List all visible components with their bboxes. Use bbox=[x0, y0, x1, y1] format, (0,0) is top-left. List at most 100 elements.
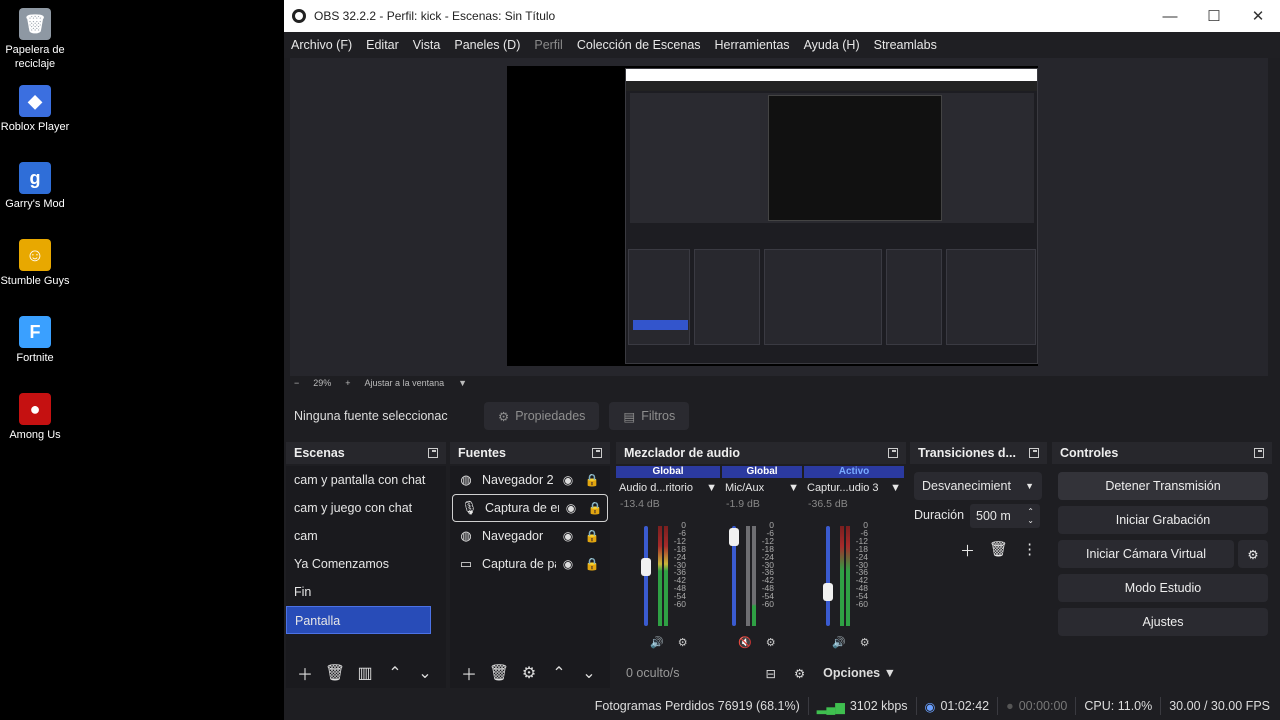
options-dropdown[interactable]: Opciones ▼ bbox=[823, 666, 896, 680]
scene-item[interactable]: Ya Comenzamos bbox=[286, 550, 446, 578]
scene-item[interactable]: cam y pantalla con chat bbox=[286, 466, 446, 494]
undock-icon[interactable] bbox=[1254, 448, 1264, 458]
volume-slider-handle[interactable] bbox=[641, 558, 651, 576]
channel-volume: -13.4 dB bbox=[620, 498, 660, 510]
move-down-icon[interactable]: ⌄ bbox=[576, 663, 602, 683]
menu-file[interactable]: Archivo (F) bbox=[284, 38, 359, 52]
start-virtual-camera-button[interactable]: Iniciar Cámara Virtual bbox=[1058, 540, 1234, 568]
studio-mode-button[interactable]: Modo Estudio bbox=[1058, 574, 1268, 602]
title-bar[interactable]: OBS 32.2.2 - Perfil: kick - Escenas: Sin… bbox=[284, 0, 1280, 32]
source-settings-icon[interactable]: ⚙ bbox=[516, 663, 542, 683]
close-button[interactable]: ✕ bbox=[1236, 0, 1280, 32]
stop-streaming-button[interactable]: Detener Transmisión bbox=[1058, 472, 1268, 500]
link-icon[interactable]: ⚙ bbox=[794, 666, 805, 681]
volume-slider-handle[interactable] bbox=[823, 583, 833, 601]
menu-view[interactable]: Vista bbox=[406, 38, 448, 52]
spin-arrows-icon[interactable]: ⌃ ⌄ bbox=[1027, 507, 1034, 525]
desktop-icon-among-us[interactable]: ● Among Us bbox=[0, 393, 70, 442]
lock-icon[interactable]: 🔒 bbox=[580, 529, 604, 543]
undock-icon[interactable] bbox=[592, 448, 602, 458]
channel-settings-icon[interactable]: ⚙ bbox=[860, 636, 870, 649]
channel-name-dropdown[interactable]: Mic/Aux ▼ bbox=[722, 478, 802, 498]
remove-source-icon[interactable]: 🗑 bbox=[486, 663, 512, 683]
desktop-icon-roblox[interactable]: ◆ Roblox Player bbox=[0, 85, 70, 134]
menu-profile[interactable]: Perfil bbox=[527, 38, 569, 52]
eye-icon[interactable]: ◉ bbox=[556, 529, 580, 543]
lock-icon[interactable]: 🔒 bbox=[580, 557, 604, 571]
source-item[interactable]: ◍ Navegador ◉ 🔒 bbox=[450, 522, 610, 550]
mixer-channel: Activo Captur...udio 3 ▼ -36.5 dB 0 -6 -12-… bbox=[804, 466, 904, 656]
menu-help[interactable]: Ayuda (H) bbox=[797, 38, 867, 52]
source-item-active[interactable]: 🎙 Captura de en ◉ 🔒 bbox=[452, 494, 608, 522]
undock-icon[interactable] bbox=[888, 448, 898, 458]
layout-icon[interactable]: ⊟ bbox=[765, 666, 775, 681]
audio-mixer-dock: Mezclador de audio Global Audio d...rito… bbox=[616, 442, 906, 688]
scene-item[interactable]: Fin bbox=[286, 578, 446, 606]
menu-edit[interactable]: Editar bbox=[359, 38, 406, 52]
channel-settings-icon[interactable]: ⚙ bbox=[766, 636, 776, 649]
db-scale: 0 -6 -12 -18 -24 -30 -36 -42 -48 -54 -60 bbox=[673, 520, 686, 610]
remove-scene-icon[interactable]: 🗑 bbox=[322, 663, 348, 683]
channel-name-dropdown[interactable]: Captur...udio 3 ▼ bbox=[804, 478, 904, 498]
gear-icon: ⚙ bbox=[498, 409, 510, 424]
remove-transition-icon[interactable]: 🗑 bbox=[989, 540, 1008, 561]
preview-canvas[interactable] bbox=[290, 58, 1268, 376]
menu-tools[interactable]: Herramientas bbox=[708, 38, 797, 52]
zoom-in-button[interactable]: + bbox=[345, 378, 350, 388]
eye-icon[interactable]: ◉ bbox=[559, 501, 583, 515]
sources-dock-header: Fuentes bbox=[450, 442, 610, 464]
add-transition-icon[interactable]: ＋ bbox=[960, 540, 975, 561]
desktop-icon-stumble-guys[interactable]: ☺ Stumble Guys bbox=[0, 239, 70, 288]
zoom-out-button[interactable]: − bbox=[294, 378, 299, 388]
volume-slider-handle[interactable] bbox=[729, 528, 739, 546]
desktop-icon-fortnite[interactable]: F Fortnite bbox=[0, 316, 70, 365]
scene-item[interactable]: cam y juego con chat bbox=[286, 494, 446, 522]
volume-slider-track[interactable] bbox=[826, 526, 830, 626]
add-scene-icon[interactable]: ＋ bbox=[292, 661, 318, 685]
settings-button[interactable]: Ajustes bbox=[1058, 608, 1268, 636]
desktop: 🗑 Papelera de reciclaje ◆ Roblox Player … bbox=[0, 0, 284, 720]
volume-slider-track[interactable] bbox=[644, 526, 648, 626]
speaker-icon[interactable]: 🔊 bbox=[832, 636, 846, 649]
properties-label: Propiedades bbox=[515, 409, 586, 423]
broadcast-icon: ◉ bbox=[924, 699, 936, 714]
transition-toolbar: ＋ 🗑 ⋮ bbox=[960, 540, 1037, 561]
menu-scene-collection[interactable]: Colección de Escenas bbox=[570, 38, 708, 52]
speaker-muted-icon[interactable]: 🔇 bbox=[738, 636, 752, 649]
duration-spinbox[interactable]: 500 m ⌃ ⌄ bbox=[970, 504, 1040, 528]
eye-icon[interactable]: ◉ bbox=[556, 473, 580, 487]
channel-name-dropdown[interactable]: Audio d...ritorio ▼ bbox=[616, 478, 720, 498]
add-source-icon[interactable]: ＋ bbox=[456, 661, 482, 685]
scene-filters-icon[interactable]: ▥ bbox=[352, 663, 378, 683]
eye-icon[interactable]: ◉ bbox=[556, 557, 580, 571]
scenes-dock: Escenas cam y pantalla con chat cam y ju… bbox=[286, 442, 446, 688]
scene-item-active[interactable]: Pantalla bbox=[286, 606, 431, 634]
desktop-icon-recycle-bin[interactable]: 🗑 Papelera de reciclaje bbox=[0, 8, 70, 71]
scene-item[interactable]: cam bbox=[286, 522, 446, 550]
properties-button[interactable]: ⚙ Propiedades bbox=[484, 402, 600, 430]
maximize-button[interactable]: ☐ bbox=[1192, 0, 1236, 32]
virtual-camera-settings-button[interactable]: ⚙ bbox=[1238, 540, 1268, 568]
transition-type-select[interactable]: Desvanecimient ▼ bbox=[914, 472, 1042, 500]
more-options-icon[interactable]: ⋮ bbox=[1022, 540, 1037, 561]
start-recording-button[interactable]: Iniciar Grabación bbox=[1058, 506, 1268, 534]
move-up-icon[interactable]: ⌃ bbox=[546, 663, 572, 683]
move-up-icon[interactable]: ⌃ bbox=[382, 663, 408, 683]
menu-streamlabs[interactable]: Streamlabs bbox=[867, 38, 944, 52]
lock-icon[interactable]: 🔒 bbox=[583, 501, 607, 515]
source-item[interactable]: ◍ Navegador 2 ◉ 🔒 bbox=[450, 466, 610, 494]
filters-button[interactable]: ▤ Filtros bbox=[609, 402, 690, 430]
undock-icon[interactable] bbox=[1029, 448, 1039, 458]
source-item[interactable]: ▭ Captura de pa ◉ 🔒 bbox=[450, 550, 610, 578]
zoom-fit-dropdown[interactable]: Ajustar a la ventana bbox=[365, 378, 445, 388]
speaker-icon[interactable]: 🔊 bbox=[650, 636, 664, 649]
channel-settings-icon[interactable]: ⚙ bbox=[678, 636, 688, 649]
menu-docks[interactable]: Paneles (D) bbox=[447, 38, 527, 52]
minimize-button[interactable]: — bbox=[1148, 0, 1192, 32]
channel-name: Captur...udio 3 bbox=[807, 482, 879, 494]
move-down-icon[interactable]: ⌄ bbox=[412, 663, 438, 683]
chevron-down-icon[interactable]: ▼ bbox=[458, 378, 467, 388]
desktop-icon-garrys-mod[interactable]: g Garry's Mod bbox=[0, 162, 70, 211]
undock-icon[interactable] bbox=[428, 448, 438, 458]
lock-icon[interactable]: 🔒 bbox=[580, 473, 604, 487]
